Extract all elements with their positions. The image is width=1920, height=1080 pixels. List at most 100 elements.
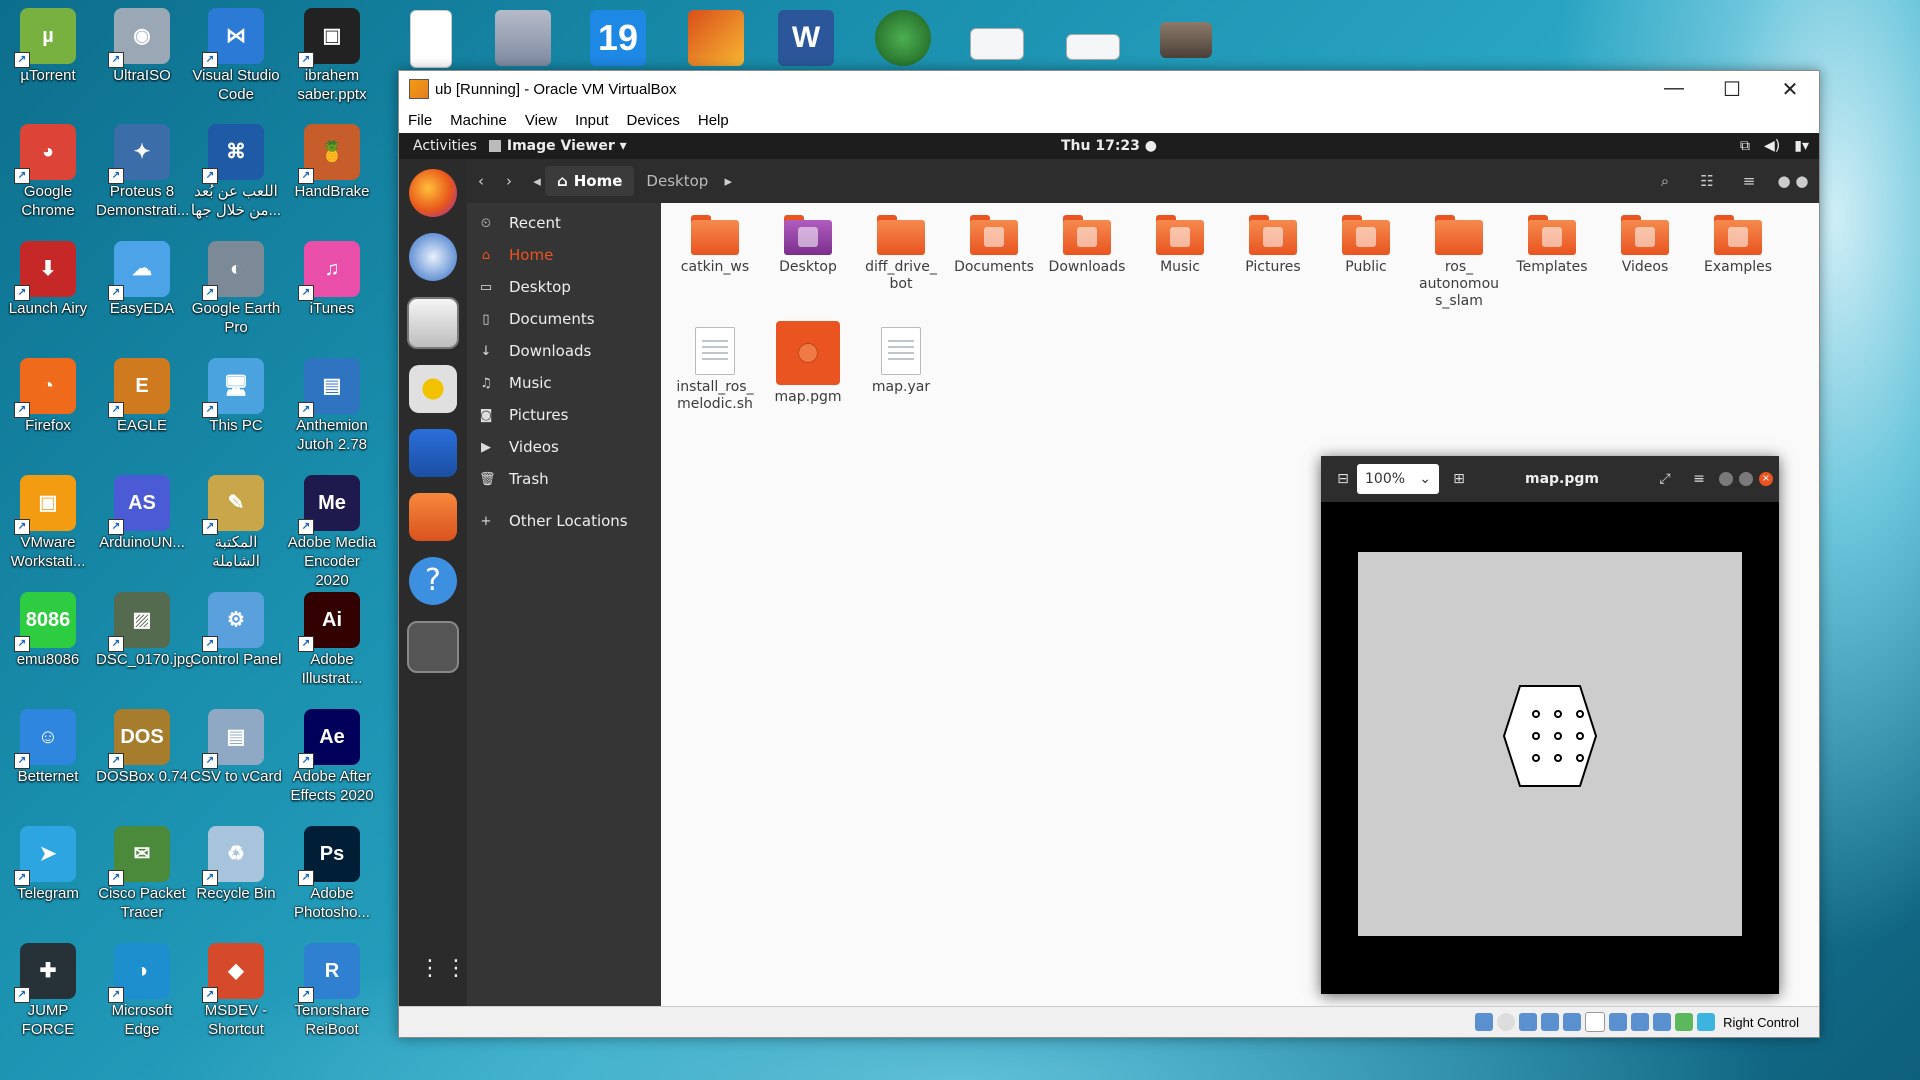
minimize-button[interactable]: — [1645, 77, 1703, 102]
thunderbird-icon[interactable] [409, 233, 457, 281]
desktop-shortcut[interactable]: ⚙ ↗ Control Panel [190, 592, 282, 669]
desktop-shortcut[interactable]: E ↗ EAGLE [96, 358, 188, 435]
crumb-left-icon[interactable]: ◂ [529, 172, 545, 190]
desktop-shortcut[interactable]: ▤ ↗ Anthemion Jutoh 2.78 [286, 358, 378, 454]
desktop-shortcut[interactable]: ◔ ↗ Firefox [2, 358, 94, 435]
folder-item[interactable]: Examples [1692, 207, 1784, 276]
desktop-shortcut[interactable]: ▣ ↗ VMware Workstati... [2, 475, 94, 571]
image-viewer-icon[interactable] [407, 621, 459, 673]
desktop-shortcut[interactable]: Ai ↗ Adobe Illustrat... [286, 592, 378, 688]
desktop-shortcut[interactable]: 8086 ↗ emu8086 [2, 592, 94, 669]
sidebar-item-recent[interactable]: ⏲ Recent [467, 207, 661, 239]
desktop-shortcut[interactable]: ♫ ↗ iTunes [286, 241, 378, 318]
desktop-shortcut[interactable]: ➤ ↗ Telegram [2, 826, 94, 903]
sidebar-item-videos[interactable]: ▶ Videos [467, 431, 661, 463]
firefox-icon[interactable] [409, 169, 457, 217]
desktop-shortcut[interactable]: ⌘ ↗ اللعب عن بُعد من خلال جها... [190, 124, 282, 220]
screenshot-thumb[interactable] [970, 28, 1024, 60]
mouse-integration-icon[interactable] [1675, 1013, 1694, 1031]
audio-icon[interactable] [1519, 1013, 1538, 1031]
folder-item[interactable]: Downloads [1041, 207, 1133, 276]
file-item[interactable]: map.yar [855, 321, 947, 396]
clock[interactable]: Thu 17:23 ● [1061, 138, 1157, 154]
writer-icon[interactable] [409, 429, 457, 477]
menu-input[interactable]: Input [566, 112, 617, 129]
shared-folder-icon[interactable] [1585, 1012, 1606, 1032]
help-icon[interactable]: ? [409, 557, 457, 605]
menu-devices[interactable]: Devices [618, 112, 689, 129]
activities-button[interactable]: Activities [399, 138, 489, 154]
desktop-shortcut[interactable]: ◐ ↗ Google Earth Pro [190, 241, 282, 337]
menu-help[interactable]: Help [689, 112, 738, 129]
window-controls[interactable]: ● ● [1773, 172, 1813, 190]
desktop-shortcut[interactable]: ◑ ↗ Microsoft Edge [96, 943, 188, 1039]
sidebar-item-other-locations[interactable]: + Other Locations [467, 505, 661, 537]
desktop-shortcut[interactable]: ◕ ↗ Google Chrome [2, 124, 94, 220]
folder-item[interactable]: Pictures [1227, 207, 1319, 276]
network-icon[interactable] [1541, 1013, 1560, 1031]
desktop-shortcut[interactable]: Me ↗ Adobe Media Encoder 2020 [286, 475, 378, 590]
desktop-shortcut[interactable]: ▣ ↗ ibrahem saber.pptx [286, 8, 378, 104]
crumb-home[interactable]: ⌂ Home [545, 166, 635, 196]
sidebar-item-trash[interactable]: 🗑 Trash [467, 463, 661, 495]
desktop-shortcut[interactable]: ✚ ↗ JUMP FORCE [2, 943, 94, 1039]
file-item[interactable]: map.pgm [762, 321, 854, 406]
desktop-shortcut[interactable]: Ps ↗ Adobe Photosho... [286, 826, 378, 922]
app-menu[interactable]: Image Viewer ▾ [488, 138, 627, 154]
file-item[interactable]: install_ros_ melodic.sh [669, 321, 761, 413]
back-icon[interactable]: ‹ [467, 172, 495, 190]
desktop-shortcut[interactable]: Ae ↗ Adobe After Effects 2020 [286, 709, 378, 805]
screenshot-thumb[interactable] [1066, 34, 1120, 60]
desktop-shortcut[interactable]: 🍍 ↗ HandBrake [286, 124, 378, 201]
desktop-shortcut[interactable]: ☁ ↗ EasyEDA [96, 241, 188, 318]
desktop-shortcut[interactable]: ⋈ ↗ Visual Studio Code [190, 8, 282, 104]
sidebar-item-downloads[interactable]: ↓ Downloads [467, 335, 661, 367]
word-icon[interactable]: W [778, 10, 834, 66]
minimize-button[interactable] [1719, 472, 1733, 486]
close-button[interactable]: × [1759, 472, 1773, 486]
menu-file[interactable]: File [399, 112, 441, 129]
desktop-shortcut[interactable]: R ↗ Tenorshare ReiBoot [286, 943, 378, 1039]
hdd-icon[interactable] [1475, 1013, 1494, 1031]
desktop-shortcut[interactable]: ♻ ↗ Recycle Bin [190, 826, 282, 903]
sidebar-item-documents[interactable]: ▯ Documents [467, 303, 661, 335]
desktop-shortcut[interactable]: 🖥 ↗ This PC [190, 358, 282, 435]
folder-item[interactable]: catkin_ws [669, 207, 761, 276]
search-icon[interactable]: ⌕ [1647, 172, 1683, 190]
network-icon[interactable] [875, 10, 931, 66]
oracle-xe-icon[interactable] [495, 10, 551, 66]
files-icon[interactable] [407, 297, 459, 349]
folder-item[interactable]: Templates [1506, 207, 1598, 276]
desktop-shortcut[interactable]: ◆ ↗ MSDEV - Shortcut [190, 943, 282, 1039]
rhythmbox-icon[interactable] [409, 365, 457, 413]
optical-icon[interactable] [1497, 1013, 1516, 1031]
view-toggle-icon[interactable]: ☷ [1689, 172, 1725, 190]
desktop-shortcut[interactable]: ▤ ↗ CSV to vCard [190, 709, 282, 786]
menu-icon[interactable]: ≡ [1685, 465, 1713, 493]
folder-item[interactable]: ros_ autonomou s_slam [1413, 207, 1505, 310]
sidebar-item-desktop[interactable]: ▭ Desktop [467, 271, 661, 303]
folder-item[interactable]: Desktop [762, 207, 854, 276]
menu-icon[interactable]: ≡ [1731, 172, 1767, 190]
folder-item[interactable]: Documents [948, 207, 1040, 276]
folder-item[interactable]: Videos [1599, 207, 1691, 276]
maximize-button[interactable] [1739, 472, 1753, 486]
desktop-shortcut[interactable]: µ ↗ µTorrent [2, 8, 94, 85]
desktop-shortcut[interactable]: DOS ↗ DOSBox 0.74 [96, 709, 188, 786]
system-tray[interactable]: ⧉ ◀) ▮▾ [1740, 138, 1819, 154]
menu-machine[interactable]: Machine [441, 112, 516, 129]
matlab-icon[interactable] [688, 10, 744, 66]
crumb-right-icon[interactable]: ▸ [720, 172, 736, 190]
forward-icon[interactable]: › [495, 172, 523, 190]
usb-icon[interactable] [1563, 1013, 1582, 1031]
desktop-shortcut[interactable]: ✎ ↗ المكتبة الشاملة [190, 475, 282, 571]
crumb-desktop[interactable]: Desktop [634, 166, 720, 196]
fullscreen-icon[interactable]: ⤢ [1651, 465, 1679, 493]
cpu-icon[interactable] [1653, 1013, 1672, 1031]
desktop-shortcut[interactable]: ▨ ↗ DSC_0170.jpg [96, 592, 194, 669]
zoom-out-icon[interactable]: ⊟ [1329, 465, 1357, 493]
display-icon[interactable] [1609, 1013, 1628, 1031]
app-19-icon[interactable]: 19 [590, 10, 646, 66]
desktop-shortcut[interactable]: ⬇ ↗ Launch Airy [2, 241, 94, 318]
desktop-shortcut[interactable]: AS ↗ ArduinoUN... [96, 475, 188, 552]
